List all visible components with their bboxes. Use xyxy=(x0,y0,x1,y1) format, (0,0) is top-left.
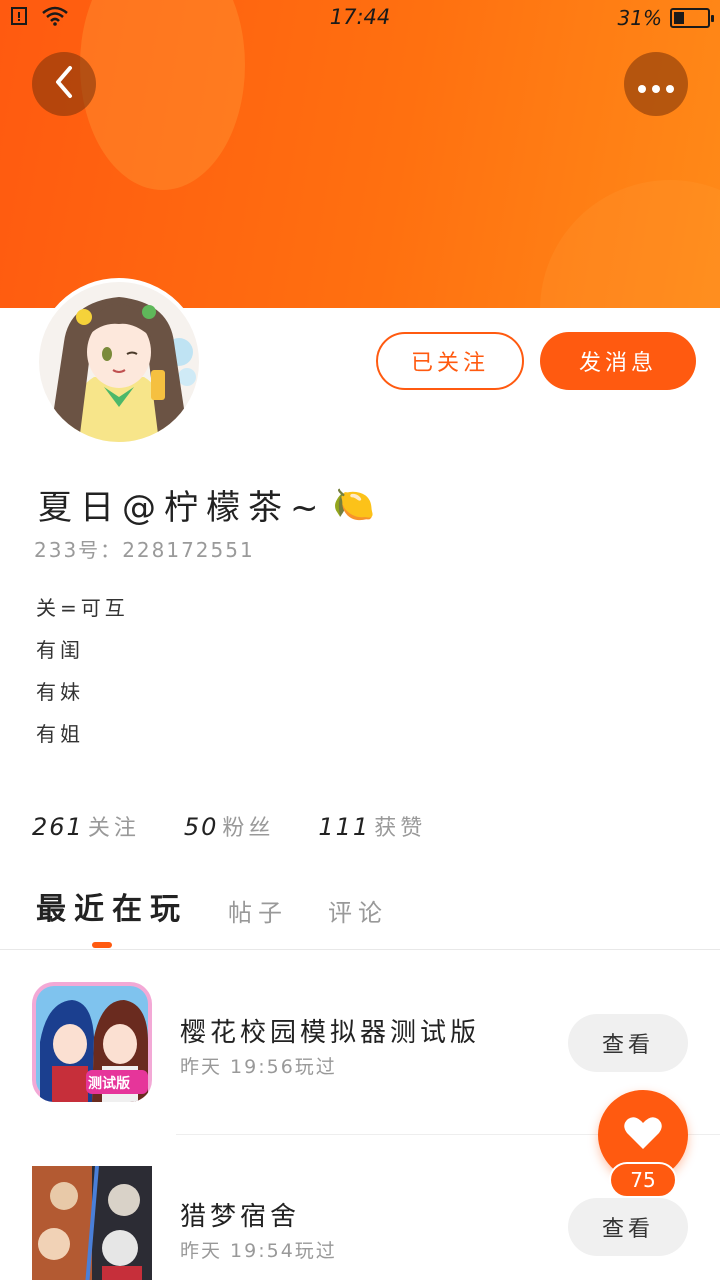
status-bar: 17:44 31% xyxy=(0,0,720,36)
profile-tabs: 最近在玩 帖子 评论 xyxy=(36,884,388,928)
bio-line: 有姐 xyxy=(36,722,84,746)
profile-name-text: 夏日@柠檬茶~ xyxy=(38,488,327,528)
view-button[interactable]: 查看 xyxy=(568,1198,688,1256)
user-id[interactable]: 233号：228172551 xyxy=(34,534,255,563)
bio-line: 有妹 xyxy=(36,680,84,704)
profile-stats: 261 关注 50 粉丝 111 获赞 xyxy=(32,810,426,842)
game-icon xyxy=(32,1166,152,1280)
send-message-button[interactable]: 发消息 xyxy=(540,332,696,390)
game-icon: 测试版 xyxy=(32,982,152,1102)
battery-percent: 31% xyxy=(617,6,662,30)
tab-recent-played[interactable]: 最近在玩 xyxy=(36,884,188,928)
profile-name: 夏日@柠檬茶~ 🍋 xyxy=(38,480,383,529)
stat-label: 粉丝 xyxy=(222,816,275,841)
more-dots-icon xyxy=(636,67,676,102)
chevron-left-icon xyxy=(50,64,78,104)
stat-likes[interactable]: 111 获赞 xyxy=(318,810,426,842)
tab-comments[interactable]: 评论 xyxy=(328,893,388,928)
following-button[interactable]: 已关注 xyxy=(376,332,524,390)
like-count-badge: 75 xyxy=(609,1162,677,1198)
profile-header-banner xyxy=(0,0,720,308)
lemon-icon: 🍋 xyxy=(332,484,383,525)
user-id-value: 228172551 xyxy=(122,538,255,562)
stat-fans[interactable]: 50 粉丝 xyxy=(184,810,275,842)
stat-following[interactable]: 261 关注 xyxy=(32,810,140,842)
back-button[interactable] xyxy=(32,52,96,116)
bio-line: 关=可互 xyxy=(36,596,129,620)
avatar[interactable] xyxy=(35,278,203,446)
user-id-label: 233号： xyxy=(34,538,123,562)
active-tab-indicator xyxy=(92,942,112,948)
tab-posts[interactable]: 帖子 xyxy=(228,893,288,928)
view-button[interactable]: 查看 xyxy=(568,1014,688,1072)
game-played-time: 昨天 19:56玩过 xyxy=(180,1056,337,1078)
game-title: 猎梦宿舍 xyxy=(180,1202,301,1232)
game-title: 樱花校园模拟器测试版 xyxy=(180,1018,481,1048)
status-time: 17:44 xyxy=(329,5,391,29)
game-played-time: 昨天 19:54玩过 xyxy=(180,1240,337,1262)
stat-number: 50 xyxy=(183,813,219,841)
stat-label: 关注 xyxy=(87,816,140,841)
bio-line: 有闺 xyxy=(36,638,84,662)
tabs-divider xyxy=(0,949,720,950)
banner-decoration xyxy=(540,180,720,308)
game-badge: 测试版 xyxy=(88,1076,130,1092)
battery-icon xyxy=(670,8,714,28)
stat-number: 111 xyxy=(318,813,371,841)
stat-label: 获赞 xyxy=(374,816,427,841)
more-options-button[interactable] xyxy=(624,52,688,116)
heart-icon xyxy=(623,1115,663,1155)
stat-number: 261 xyxy=(32,813,84,841)
